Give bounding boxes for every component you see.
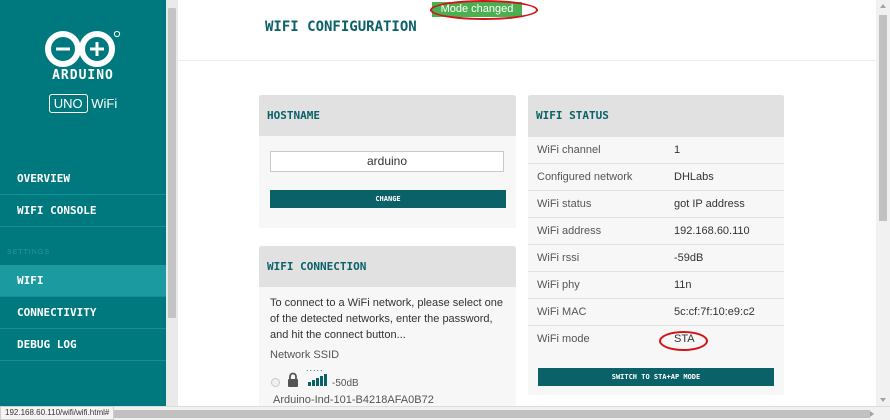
status-value: 5c:cf:7f:10:e9:c2 — [674, 306, 755, 318]
status-row: WiFi phy 11n — [528, 271, 784, 298]
signal-strength-icon — [308, 374, 327, 386]
status-row: WiFi MAC 5c:cf:7f:10:e9:c2 — [528, 298, 784, 325]
connection-instructions: To connect to a WiFi network, please sel… — [270, 297, 503, 341]
status-value: DHLabs — [674, 171, 714, 183]
model-suffix: WiFi — [91, 96, 118, 111]
status-key: WiFi rssi — [537, 252, 580, 264]
status-value: 192.168.60.110 — [674, 225, 750, 237]
nav-wifi-console[interactable]: WIFI CONSOLE — [0, 195, 166, 227]
status-key: WiFi address — [537, 225, 602, 237]
network-radio[interactable] — [271, 378, 280, 387]
sidebar: ARDUINO UNO WiFi OVERVIEW WIFI CONSOLE S… — [0, 0, 166, 420]
toast-highlight-annotation — [430, 0, 538, 20]
lock-icon — [288, 372, 298, 387]
scroll-down-icon[interactable] — [880, 398, 886, 402]
status-value: 11n — [674, 279, 692, 291]
horizontal-scrollbar-thumb[interactable] — [10, 410, 870, 418]
network-name[interactable]: Arduino-Ind-101-B4218AFA0B72 — [273, 394, 434, 406]
status-key: WiFi channel — [537, 144, 601, 156]
wifi-status-heading: WIFI STATUS — [528, 95, 784, 136]
status-key: WiFi phy — [537, 279, 580, 291]
hostname-panel: HOSTNAME arduino CHANGE — [259, 95, 516, 228]
main-content: WIFI CONFIGURATION Mode changed HOSTNAME… — [178, 0, 876, 416]
nav-wifi[interactable]: WIFI — [0, 265, 166, 297]
brand-name: ARDUINO — [52, 68, 114, 83]
page-scrollbar[interactable] — [876, 0, 890, 406]
status-row: WiFi address 192.168.60.110 — [528, 217, 784, 244]
nav-section-label: SETTINGS — [7, 249, 51, 256]
scroll-up-icon[interactable] — [880, 4, 886, 8]
status-row: WiFi rssi -59dB — [528, 244, 784, 271]
status-key: Configured network — [537, 171, 633, 183]
sidebar-scrollbar[interactable] — [166, 0, 178, 406]
model-badge: UNO — [48, 94, 88, 113]
change-hostname-button[interactable]: CHANGE — [270, 190, 506, 208]
hostname-heading: HOSTNAME — [259, 95, 516, 136]
status-row: Configured network DHLabs — [528, 163, 784, 190]
wifi-mode-highlight-annotation — [659, 331, 708, 351]
wifi-status-panel: WIFI STATUS WiFi channel 1 Configured ne… — [528, 95, 784, 395]
page-scrollbar-thumb[interactable] — [879, 15, 887, 221]
status-key: WiFi status — [537, 198, 592, 210]
title-divider — [178, 60, 876, 61]
nav-connectivity[interactable]: CONNECTIVITY — [0, 297, 166, 329]
wifi-connection-heading: WIFI CONNECTION — [259, 246, 516, 287]
status-key: WiFi MAC — [537, 306, 587, 318]
scroll-right-icon[interactable] — [870, 411, 874, 417]
nav-overview[interactable]: OVERVIEW — [0, 163, 166, 195]
nav-debug-log[interactable]: DEBUG LOG — [0, 329, 166, 361]
wifi-connection-panel: WIFI CONNECTION To connect to a WiFi net… — [259, 246, 516, 416]
hostname-input[interactable]: arduino — [270, 151, 504, 172]
network-ssid-label: Network SSID — [270, 349, 340, 361]
network-signal-value: -50dB — [332, 378, 359, 389]
scanning-indicator: ..... — [306, 363, 324, 373]
browser-status-url: 192.168.60.110/wifi/wifi.html# — [0, 406, 115, 420]
status-row: WiFi mode STA — [528, 325, 784, 352]
horizontal-scrollbar[interactable] — [0, 406, 890, 420]
status-row: WiFi channel 1 — [528, 136, 784, 163]
sidebar-scrollbar-thumb[interactable] — [168, 8, 176, 318]
status-value: got IP address — [674, 198, 745, 210]
page-title: WIFI CONFIGURATION — [265, 19, 417, 35]
board-model: UNO WiFi — [0, 94, 166, 113]
status-value: 1 — [674, 144, 681, 156]
status-key: WiFi mode — [537, 333, 590, 345]
status-value: -59dB — [674, 252, 704, 264]
status-row: WiFi status got IP address — [528, 190, 784, 217]
switch-mode-button[interactable]: SWITCH TO STA+AP MODE — [538, 368, 774, 386]
arduino-infinity-logo-icon — [45, 30, 121, 67]
